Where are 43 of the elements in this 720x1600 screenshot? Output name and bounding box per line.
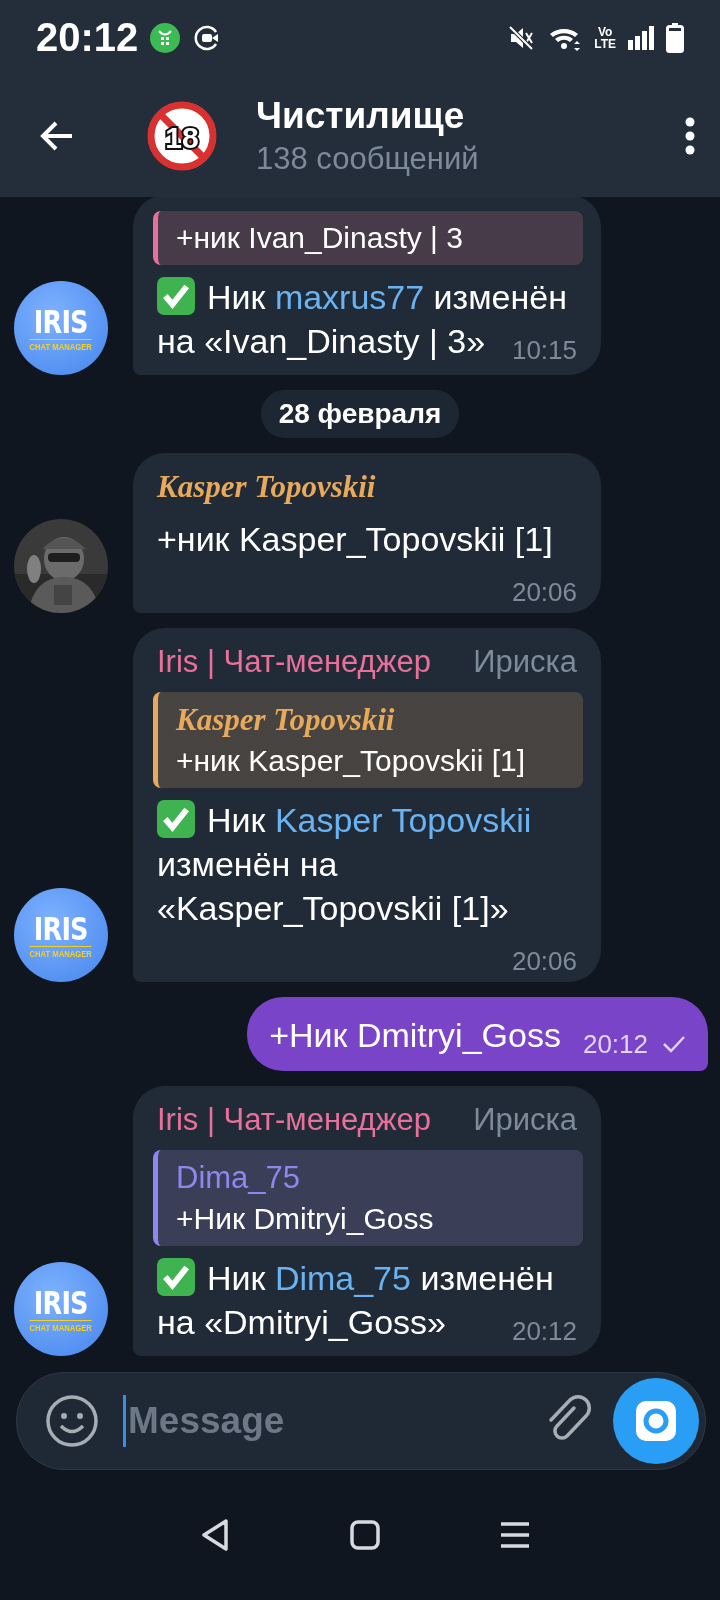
nav-home-button[interactable] (350, 1520, 380, 1550)
camera-icon (634, 1399, 678, 1443)
message-time: 20:12 (582, 1029, 648, 1059)
quote-author: Kasper Topovskii (176, 702, 396, 738)
signal-icon (628, 25, 654, 50)
battery-icon (666, 22, 684, 53)
bot-avatar: IRIS CHAT MANAGER (14, 281, 108, 375)
emoji-button[interactable] (45, 1394, 99, 1448)
sender-role: Ириска (473, 644, 577, 680)
nav-back-button[interactable] (200, 1518, 230, 1552)
sender-name[interactable]: Iris | Чат-менеджер (157, 1102, 431, 1138)
sender-name[interactable]: Iris | Чат-менеджер (157, 644, 431, 680)
quote-text: +Ник Dmitryi_Goss (176, 1202, 435, 1236)
sender-role: Ириска (473, 1102, 577, 1138)
bot-avatar: IRIS CHAT MANAGER (14, 888, 108, 982)
network-label: Vo LTE (594, 25, 616, 50)
quote-text: +ник Ivan_Dinasty | 3 (176, 221, 464, 255)
quote-text: +ник Kasper_Topovskii [1] (176, 744, 527, 778)
message-time: 20:06 (511, 946, 577, 976)
more-menu-icon[interactable] (684, 116, 696, 156)
sender-name[interactable]: Kasper Topovskii (157, 469, 376, 505)
username-link[interactable]: Kasper Topovskii (274, 801, 532, 839)
message-input[interactable]: Message (123, 1395, 543, 1447)
reply-quote[interactable]: +ник Ivan_Dinasty | 3 (153, 211, 583, 265)
message-time: 20:12 (511, 1316, 577, 1346)
message-time: 20:06 (511, 577, 577, 607)
date-chip: 28 февраля (260, 390, 460, 438)
app-icon (150, 22, 181, 53)
nav-menu-button[interactable] (500, 1522, 530, 1548)
bot-avatar: IRIS CHAT MANAGER (14, 1262, 108, 1356)
message-time: 10:15 (511, 335, 577, 365)
message-count: 138 сообщений (256, 141, 480, 177)
username-link[interactable]: Dima_75 (274, 1259, 411, 1297)
reply-quote[interactable]: Kasper Topovskii +ник Kasper_Topovskii [1] (153, 692, 583, 788)
message-text: +ник Kasper_Topovskii [1] (157, 520, 553, 558)
reply-quote[interactable]: Dima_75 +Ник Dmitryi_Goss (153, 1150, 583, 1246)
quote-author: Dima_75 (176, 1160, 302, 1196)
status-time: 20:12 (36, 15, 139, 60)
message-field[interactable]: Message (16, 1372, 706, 1470)
message-text: +Ник Dmitryi_Goss 20:12 (269, 1013, 686, 1057)
username-link[interactable]: maxrus77 (274, 278, 425, 316)
chat-title: Чистилище (256, 95, 466, 137)
camera-button[interactable] (613, 1378, 699, 1464)
